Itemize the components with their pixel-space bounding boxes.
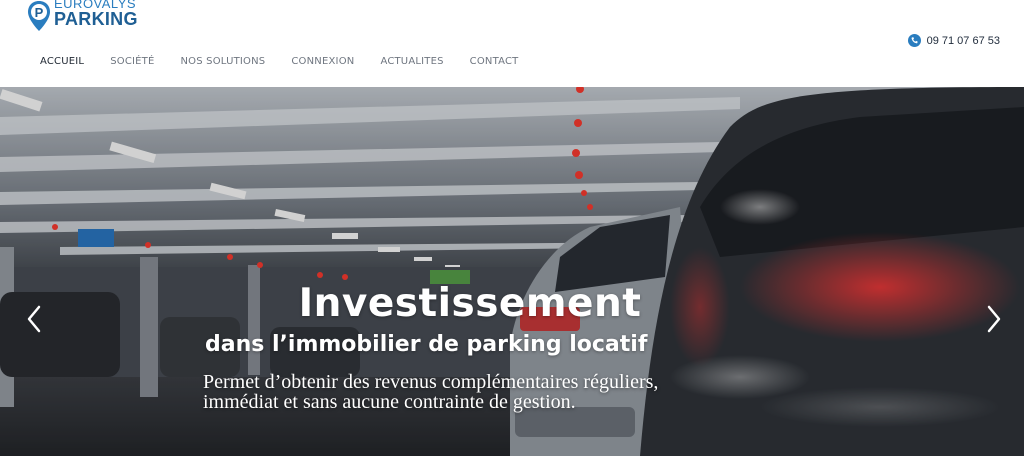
nav-item-contact[interactable]: CONTACT	[470, 56, 519, 67]
hero-description: Permet d’obtenir des revenus complémenta…	[203, 371, 659, 413]
phone-contact[interactable]: 09 71 07 67 53	[907, 34, 1000, 47]
chevron-right-icon	[987, 305, 1001, 333]
hero-title: Investissement	[298, 281, 642, 326]
main-nav: ACCUEIL SOCIÉTÉ NOS SOLUTIONS CONNEXION …	[40, 56, 545, 67]
nav-item-accueil[interactable]: ACCUEIL	[40, 56, 84, 67]
nav-item-actualites[interactable]: ACTUALITES	[380, 56, 443, 67]
logo-text-bottom: PARKING	[54, 9, 138, 29]
nav-item-connexion[interactable]: CONNEXION	[291, 56, 354, 67]
phone-icon	[907, 34, 921, 47]
map-pin-p-icon: P	[28, 1, 50, 31]
slider-next-button[interactable]	[984, 303, 1004, 335]
nav-item-societe[interactable]: SOCIÉTÉ	[110, 56, 154, 67]
phone-number: 09 71 07 67 53	[926, 34, 1000, 47]
hero-slider: Investissement dans l’immobilier de park…	[0, 87, 1024, 456]
site-header: P EUROVALYS PARKING 09 71 07 67 53 ACCUE…	[0, 0, 1024, 87]
nav-item-nos-solutions[interactable]: NOS SOLUTIONS	[181, 56, 266, 67]
svg-text:P: P	[35, 5, 44, 20]
hero-subtitle: dans l’immobilier de parking locatif	[205, 332, 648, 357]
logo[interactable]: P EUROVALYS PARKING	[26, 0, 138, 32]
